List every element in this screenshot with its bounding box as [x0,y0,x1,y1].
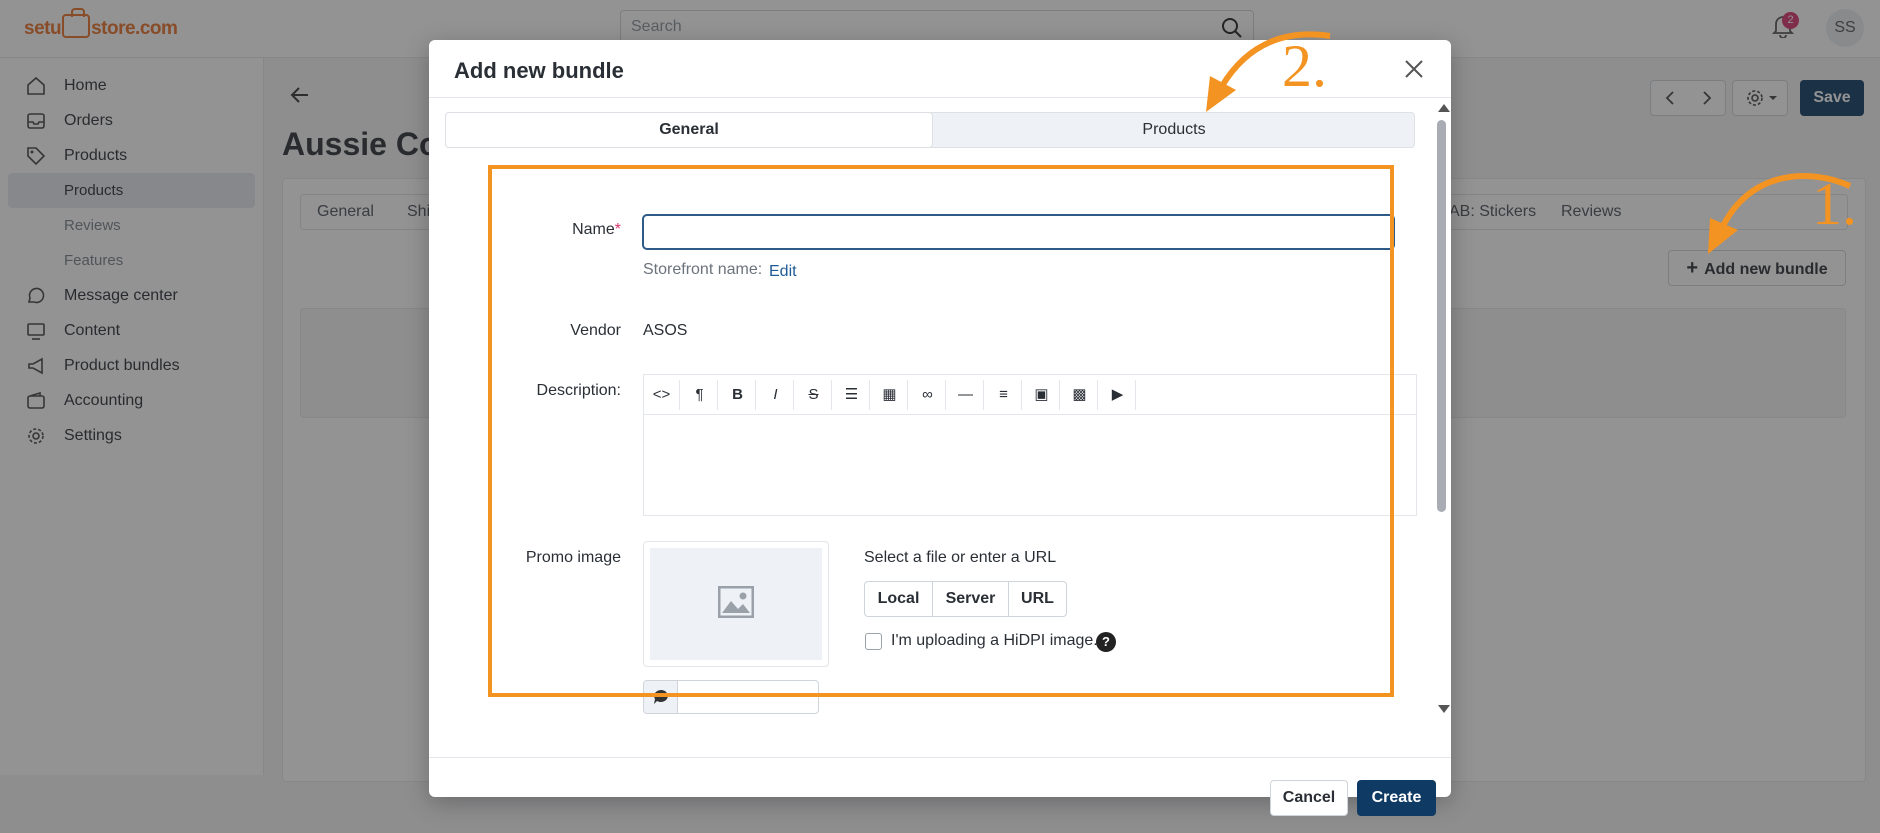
scrollbar-thumb[interactable] [1437,120,1446,512]
dialog-title: Add new bundle [454,58,624,83]
tab-products[interactable]: Products [932,113,1416,147]
scroll-up-arrow[interactable] [1438,104,1450,112]
step-2-label: 2. [1282,33,1327,99]
divider [429,757,1451,758]
tab-general[interactable]: General [446,113,932,147]
scroll-down-arrow[interactable] [1438,705,1450,713]
close-icon[interactable] [1403,58,1425,80]
cancel-button[interactable]: Cancel [1270,780,1348,816]
highlight-box [488,165,1394,697]
step-1-label: 1. [1812,171,1857,237]
create-button[interactable]: Create [1357,780,1436,816]
